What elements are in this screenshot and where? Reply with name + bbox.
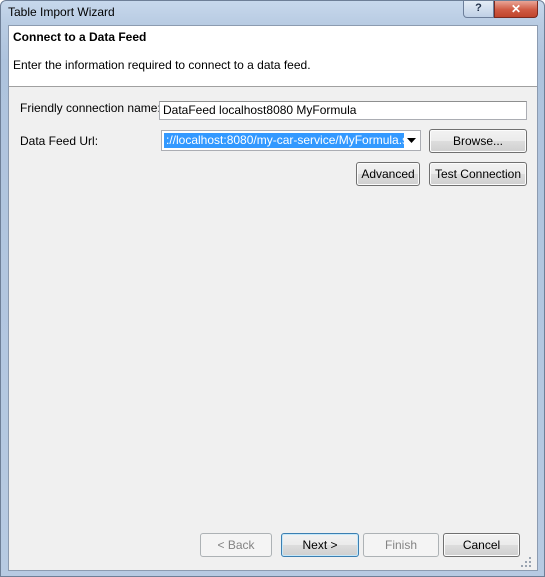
cancel-button[interactable]: Cancel (443, 533, 520, 557)
back-button[interactable]: < Back (200, 533, 272, 557)
advanced-button[interactable]: Advanced (356, 162, 420, 186)
help-glyph: ? (475, 2, 482, 14)
page-description: Enter the information required to connec… (13, 58, 311, 72)
resize-grip-icon[interactable] (521, 554, 531, 567)
dropdown-arrow-icon[interactable] (403, 132, 419, 149)
friendly-name-label: Friendly connection name: (20, 101, 161, 115)
close-icon[interactable]: ✕ (494, 1, 538, 18)
test-connection-button[interactable]: Test Connection (429, 162, 527, 186)
wizard-body: Friendly connection name: DataFeed local… (9, 87, 537, 523)
close-glyph: ✕ (510, 2, 522, 16)
friendly-name-label-text: Friendly connection name: (20, 101, 161, 115)
title-bar[interactable]: Table Import Wizard ? ✕ (1, 1, 544, 25)
data-feed-url-label: Data Feed Url: (20, 134, 98, 148)
finish-button[interactable]: Finish (363, 533, 439, 557)
window-title: Table Import Wizard (8, 5, 115, 19)
browse-button[interactable]: Browse... (429, 129, 527, 153)
friendly-name-input[interactable]: DataFeed localhost8080 MyFormula (159, 101, 527, 120)
wizard-footer: < Back Next > Finish Cancel (9, 523, 537, 570)
page-title: Connect to a Data Feed (13, 30, 147, 44)
data-feed-url-combobox[interactable]: ://localhost:8080/my-car-service/MyFormu… (161, 130, 421, 151)
data-feed-url-value[interactable]: ://localhost:8080/my-car-service/MyFormu… (164, 133, 404, 148)
wizard-header: Connect to a Data Feed Enter the informa… (9, 26, 537, 87)
wizard-client-area: Connect to a Data Feed Enter the informa… (8, 25, 538, 571)
help-icon[interactable]: ? (463, 1, 494, 18)
data-feed-url-label-text: Data Feed Url: (20, 134, 99, 148)
table-import-wizard-window: Table Import Wizard ? ✕ Connect to a Dat… (0, 0, 545, 577)
next-button[interactable]: Next > (281, 533, 359, 557)
